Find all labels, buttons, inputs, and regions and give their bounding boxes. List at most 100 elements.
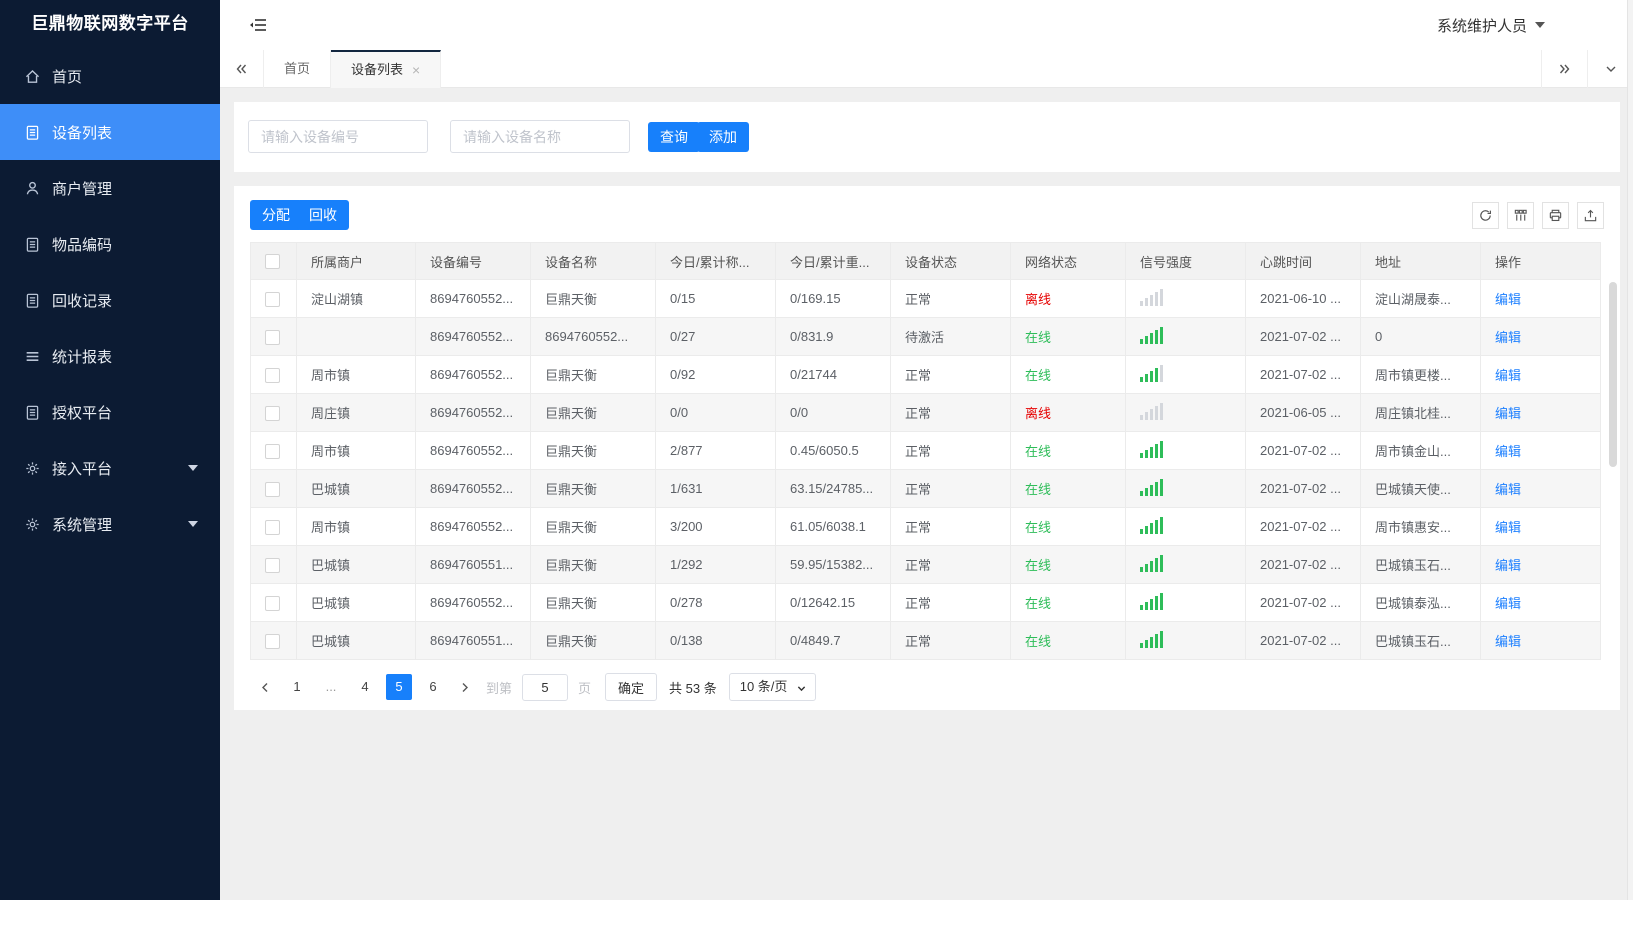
page-size-select[interactable]: 10 条/页 [728,673,817,701]
chevron-down-icon [188,521,198,527]
cell-device-name: 巨鼎天衡 [530,621,656,660]
page-unit-label: 页 [578,680,592,696]
sidebar-item-3[interactable]: 物品编码 [0,216,220,272]
row-checkbox[interactable] [265,329,280,345]
tabs-scroll-right-icon[interactable] [1541,50,1587,88]
cell-device-no: 8694760551... [415,621,531,660]
cell-actions: 编辑 [1480,431,1601,470]
table-scrollbar-thumb[interactable] [1609,282,1617,467]
edit-link[interactable]: 编辑 [1495,330,1521,345]
cell-address: 巴城镇天使... [1360,469,1481,508]
tab-close-icon[interactable]: × [412,53,420,87]
cell-heartbeat: 2021-07-02 ... [1245,431,1361,470]
app-root: 巨鼎物联网数字平台 首页 设备列表 商户管理 物品编码 回收记录 统计报表 授权… [0,0,1633,900]
row-checkbox[interactable] [265,519,280,535]
device-table: 所属商户 设备编号 设备名称 今日/累计称... 今日/累计重... 设备状态 网络状态 信号… [250,242,1601,660]
table-row: 周庄镇 8694760552... 巨鼎天衡 0/0 0/0 正常 离线 202… [250,393,1601,432]
columns-filter-icon[interactable] [1507,202,1534,229]
cell-device-no: 8694760551... [415,545,531,584]
edit-link[interactable]: 编辑 [1495,596,1521,611]
goto-page-input[interactable] [522,673,569,701]
row-checkbox[interactable] [265,405,280,421]
cell-address: 0 [1360,317,1481,356]
cell-merchant: 周市镇 [296,355,416,394]
select-all-checkbox[interactable] [265,254,280,270]
cell-signal [1125,355,1246,394]
chevron-down-icon [1535,22,1545,28]
sidebar-item-6[interactable]: 授权平台 [0,384,220,440]
device-no-input[interactable] [248,120,428,153]
row-checkbox[interactable] [265,633,280,649]
table-row: 8694760552... 8694760552... 0/27 0/831.9… [250,317,1601,356]
edit-link[interactable]: 编辑 [1495,634,1521,649]
row-checkbox[interactable] [265,481,280,497]
cell-actions: 编辑 [1480,469,1601,508]
cell-network-status: 离线 [1010,393,1126,432]
page-button-4[interactable]: 4 [352,674,378,700]
export-icon[interactable] [1577,202,1604,229]
print-icon[interactable] [1542,202,1569,229]
page-button-5[interactable]: 5 [386,674,412,700]
page-button-6[interactable]: 6 [420,674,446,700]
edit-link[interactable]: 编辑 [1495,368,1521,383]
edit-link[interactable]: 编辑 [1495,444,1521,459]
row-checkbox[interactable] [265,291,280,307]
sidebar-item-2[interactable]: 商户管理 [0,160,220,216]
confirm-page-button[interactable]: 确定 [605,673,658,701]
cell-signal [1125,507,1246,546]
menu-collapse-icon[interactable] [246,13,270,37]
window-scrollbar[interactable] [1627,0,1633,900]
cell-today-count: 0/278 [655,583,776,622]
edit-link[interactable]: 编辑 [1495,292,1521,307]
cell-actions: 编辑 [1480,279,1601,318]
sidebar-item-1[interactable]: 设备列表 [0,104,220,160]
cell-checkbox [250,507,297,546]
cell-actions: 编辑 [1480,355,1601,394]
cell-device-status: 正常 [890,279,1011,318]
cell-heartbeat: 2021-07-02 ... [1245,583,1361,622]
refresh-icon[interactable] [1472,202,1499,229]
signal-strength-icon [1140,478,1163,496]
cell-merchant: 巴城镇 [296,583,416,622]
sidebar-item-8[interactable]: 系统管理 [0,496,220,552]
row-checkbox[interactable] [265,557,280,573]
cell-actions: 编辑 [1480,393,1601,432]
row-checkbox[interactable] [265,443,280,459]
cell-actions: 编辑 [1480,507,1601,546]
edit-link[interactable]: 编辑 [1495,406,1521,421]
next-page-icon[interactable] [450,674,480,700]
search-button[interactable]: 查询 [648,122,700,152]
cell-device-no: 8694760552... [415,279,531,318]
signal-strength-icon [1140,516,1163,534]
edit-link[interactable]: 编辑 [1495,482,1521,497]
device-name-input[interactable] [450,120,630,153]
edit-link[interactable]: 编辑 [1495,520,1521,535]
column-header-address: 地址 [1360,242,1481,280]
cell-device-status: 正常 [890,355,1011,394]
sidebar-item-7[interactable]: 接入平台 [0,440,220,496]
tab-1[interactable]: 设备列表 × [331,50,442,88]
cell-checkbox [250,621,297,660]
device-list-panel: 分配 回收 所属商户 设备编号 设备名称 今日/累计称... 今日/累计重... 设备状态 [234,186,1620,710]
row-checkbox[interactable] [265,367,280,383]
add-button[interactable]: 添加 [697,122,749,152]
page-button-1[interactable]: 1 [284,674,310,700]
sidebar-item-0[interactable]: 首页 [0,48,220,104]
assign-button[interactable]: 分配 [250,200,302,230]
cell-device-status: 待激活 [890,317,1011,356]
sidebar-item-4[interactable]: 回收记录 [0,272,220,328]
cell-merchant: 周市镇 [296,431,416,470]
recycle-button[interactable]: 回收 [297,200,349,230]
device-table-body: 淀山湖镇 8694760552... 巨鼎天衡 0/15 0/169.15 正常… [250,279,1601,660]
cell-device-status: 正常 [890,393,1011,432]
cell-today-weight: 0/4849.7 [775,621,891,660]
column-header-network-status: 网络状态 [1010,242,1126,280]
tabs-scroll-left-icon[interactable] [220,50,264,88]
cell-merchant: 周市镇 [296,507,416,546]
tab-0[interactable]: 首页 [264,50,332,88]
user-menu[interactable]: 系统维护人员 [1437,0,1545,50]
edit-link[interactable]: 编辑 [1495,558,1521,573]
prev-page-icon[interactable] [250,674,280,700]
row-checkbox[interactable] [265,595,280,611]
sidebar-item-5[interactable]: 统计报表 [0,328,220,384]
